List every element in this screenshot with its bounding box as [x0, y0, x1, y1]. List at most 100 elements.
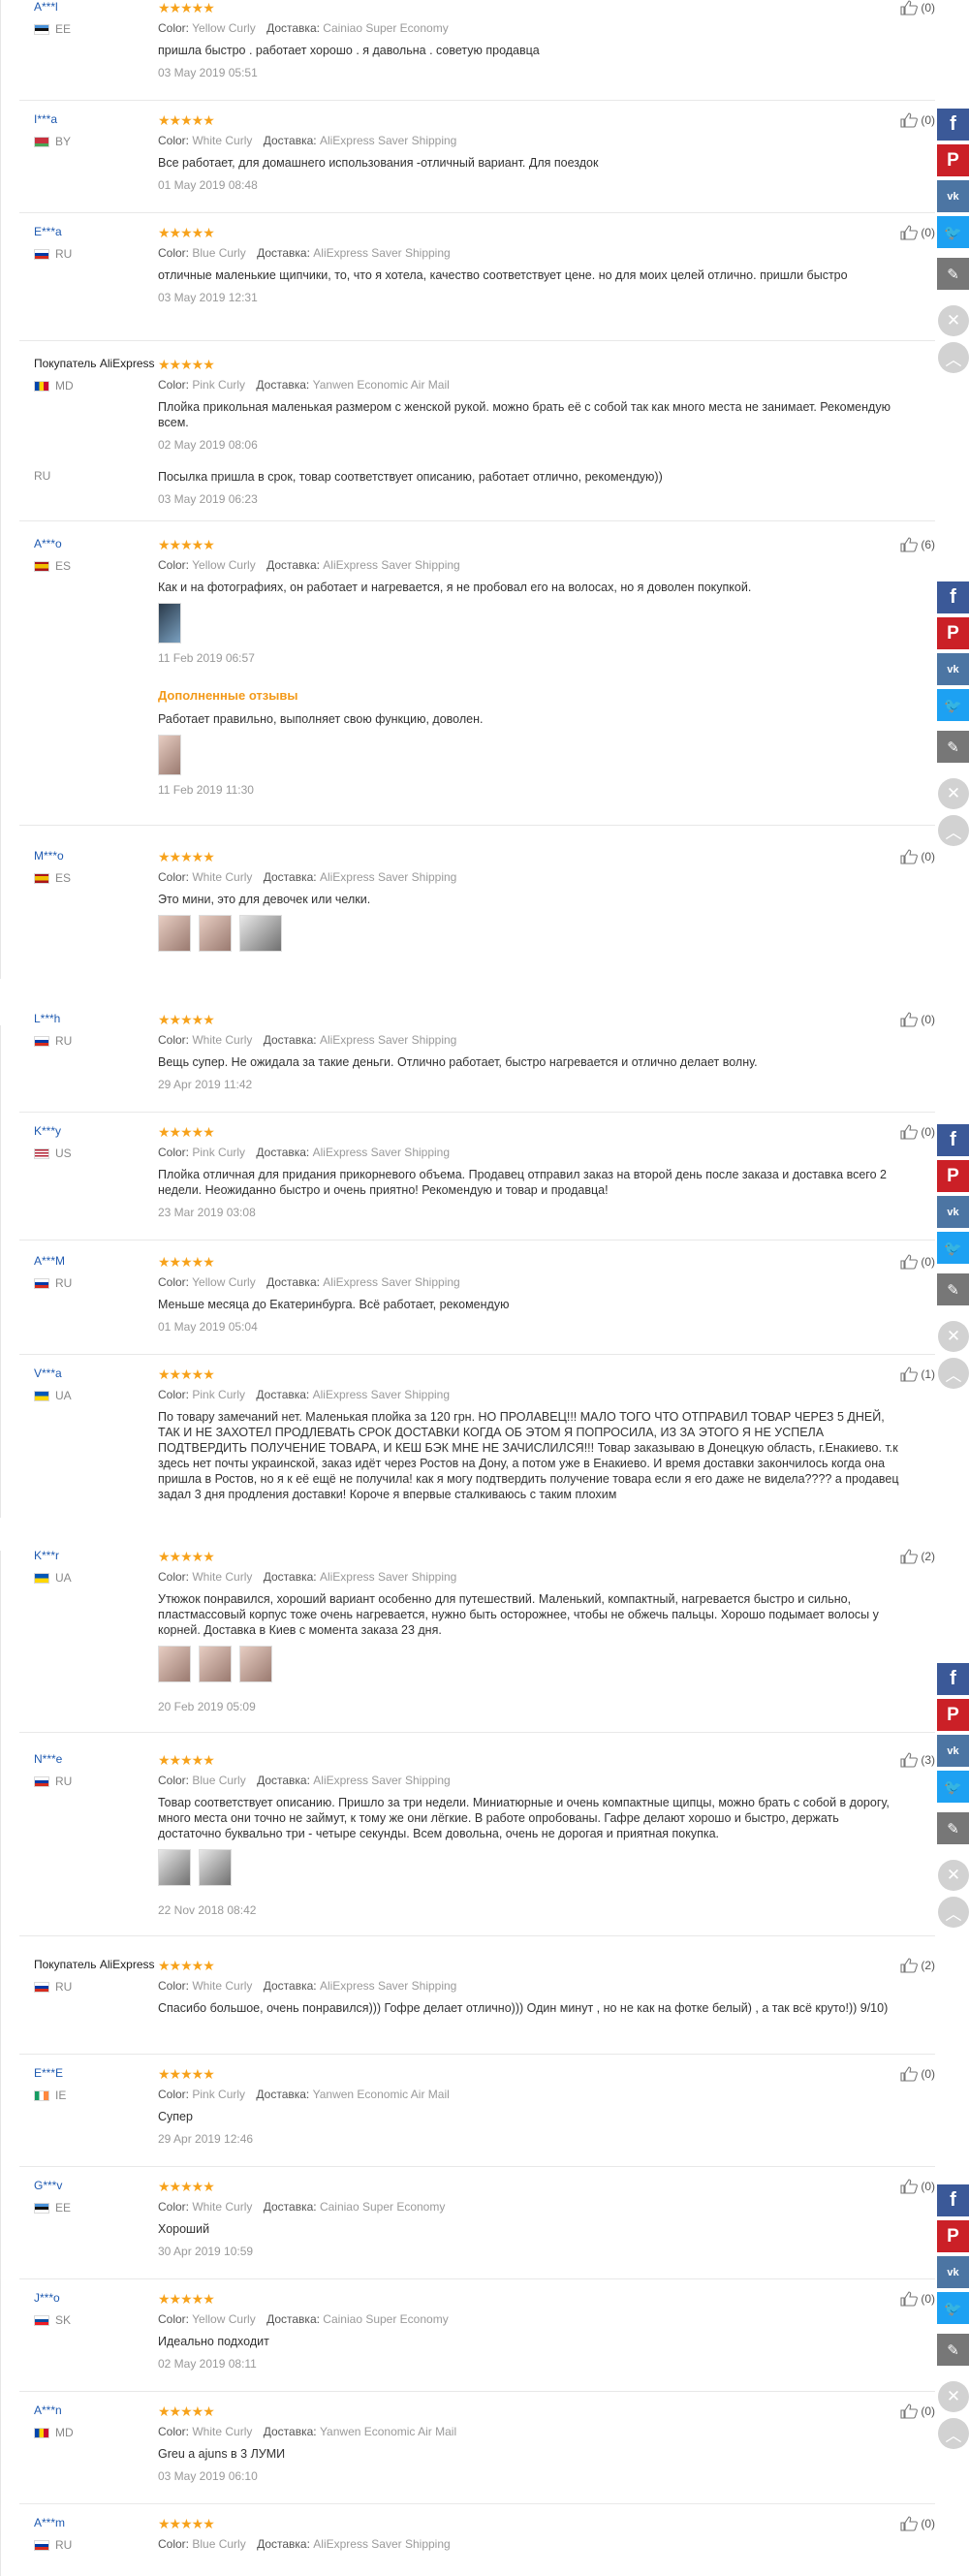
close-icon[interactable]: ✕	[938, 305, 969, 336]
edit-icon[interactable]: ✎	[937, 2334, 969, 2366]
twitter-icon[interactable]: 🐦	[937, 1232, 969, 1264]
reviewer-name[interactable]: Покупатель AliExpress	[34, 1958, 160, 1972]
review-photo[interactable]	[158, 735, 181, 775]
helpful-button[interactable]: (0)	[900, 1012, 935, 1027]
helpful-button[interactable]: (0)	[900, 2066, 935, 2082]
pinterest-icon[interactable]: P	[937, 617, 969, 649]
pinterest-icon[interactable]: P	[937, 2220, 969, 2252]
helpful-button[interactable]: (3)	[900, 1752, 935, 1768]
helpful-button[interactable]: (0)	[900, 1254, 935, 1270]
edit-icon[interactable]: ✎	[937, 1273, 969, 1305]
reviewer-name[interactable]: Покупатель AliExpress	[34, 357, 160, 371]
edit-icon[interactable]: ✎	[937, 1812, 969, 1844]
close-icon[interactable]: ✕	[938, 778, 969, 809]
reviewer-name[interactable]: K***y	[34, 1124, 160, 1139]
facebook-icon[interactable]: f	[937, 1124, 969, 1156]
reviewer-name[interactable]: M***o	[34, 849, 160, 864]
helpful-button[interactable]: (6)	[900, 537, 935, 552]
review-item: N***e RU ★★★★★ Color: Blue Curly Доставк…	[19, 1752, 935, 1936]
star-rating: ★★★★★	[158, 1549, 215, 1564]
reviewer-name[interactable]: L***h	[34, 1012, 160, 1026]
review-photo[interactable]	[239, 915, 282, 952]
star-rating: ★★★★★	[158, 1367, 215, 1382]
facebook-icon[interactable]: f	[937, 2184, 969, 2216]
reviewer-name[interactable]: A***M	[34, 1254, 160, 1269]
helpful-button[interactable]: (2)	[900, 1958, 935, 1973]
reviewer-name[interactable]: I***a	[34, 112, 160, 127]
helpful-button[interactable]: (0)	[900, 1124, 935, 1140]
vk-icon[interactable]: vk	[937, 1735, 969, 1767]
vk-icon[interactable]: vk	[937, 2256, 969, 2288]
pinterest-icon[interactable]: P	[937, 144, 969, 176]
review-item: I***a BY ★★★★★ Color: White Curly Достав…	[19, 112, 935, 213]
review-photo[interactable]	[158, 1849, 191, 1886]
facebook-icon[interactable]: f	[937, 1663, 969, 1695]
review-text: Товар соответствует описанию. Пришло за …	[158, 1796, 890, 1840]
reviewer-name[interactable]: A***n	[34, 2403, 160, 2418]
review-text: пришла быстро . работает хорошо . я даво…	[158, 44, 540, 57]
reviewer-name[interactable]: E***E	[34, 2066, 160, 2081]
helpful-button[interactable]: (1)	[900, 1367, 935, 1382]
helpful-button[interactable]: (0)	[900, 849, 935, 864]
reviewer-name[interactable]: A***m	[34, 2516, 160, 2530]
close-icon[interactable]: ✕	[938, 2381, 969, 2412]
helpful-button[interactable]: (0)	[900, 225, 935, 240]
pinterest-icon[interactable]: P	[937, 1160, 969, 1192]
review-photo[interactable]	[158, 603, 181, 644]
twitter-icon[interactable]: 🐦	[937, 216, 969, 248]
helpful-button[interactable]: (0)	[900, 2291, 935, 2307]
vk-icon[interactable]: vk	[937, 1196, 969, 1228]
helpful-button[interactable]: (0)	[900, 2403, 935, 2419]
review-photo[interactable]	[158, 915, 191, 952]
pinterest-icon[interactable]: P	[937, 1699, 969, 1731]
review-photo[interactable]	[199, 1849, 232, 1886]
twitter-icon[interactable]: 🐦	[937, 2292, 969, 2324]
star-rating: ★★★★★	[158, 2516, 215, 2531]
close-icon[interactable]: ✕	[938, 1321, 969, 1352]
facebook-icon[interactable]: f	[937, 581, 969, 613]
edit-icon[interactable]: ✎	[937, 258, 969, 290]
review-item: M***o ES ★★★★★ Color: White Curly Достав…	[19, 849, 935, 975]
flag-icon	[34, 560, 49, 572]
review-photo[interactable]	[199, 1646, 232, 1682]
reviewer-name[interactable]: A***l	[34, 0, 160, 15]
scroll-up-icon[interactable]: ︿	[938, 342, 969, 373]
review-item: G***v EE ★★★★★ Color: White Curly Достав…	[19, 2179, 935, 2279]
helpful-button[interactable]: (0)	[900, 0, 935, 16]
reviewer-name[interactable]: A***o	[34, 537, 160, 551]
reviewer-name[interactable]: V***a	[34, 1367, 160, 1381]
vk-icon[interactable]: vk	[937, 653, 969, 685]
review-photo[interactable]	[158, 1646, 191, 1682]
review-photo[interactable]	[199, 915, 232, 952]
share-sidebar: f P vk 🐦 ✎ ✕ ︿	[937, 109, 969, 373]
helpful-button[interactable]: (0)	[900, 112, 935, 128]
helpful-button[interactable]: (0)	[900, 2179, 935, 2194]
twitter-icon[interactable]: 🐦	[937, 1771, 969, 1803]
reviewer-name[interactable]: K***r	[34, 1549, 160, 1563]
scroll-up-icon[interactable]: ︿	[938, 815, 969, 846]
facebook-icon[interactable]: f	[937, 109, 969, 141]
vk-icon[interactable]: vk	[937, 180, 969, 212]
reviewer-name[interactable]: E***a	[34, 225, 160, 239]
scroll-up-icon[interactable]: ︿	[938, 2418, 969, 2449]
reviewer-country: EE	[34, 2201, 160, 2215]
helpful-button[interactable]: (2)	[900, 1549, 935, 1564]
star-rating: ★★★★★	[158, 1958, 215, 1973]
reviewer-name[interactable]: N***e	[34, 1752, 160, 1767]
review-date: 29 Apr 2019 11:42	[158, 1078, 253, 1091]
review-meta: Color: Pink Curly Доставка: Yanwen Econo…	[158, 2088, 450, 2101]
helpful-button[interactable]: (0)	[900, 2516, 935, 2531]
reviewer-country: RU	[34, 1034, 160, 1048]
close-icon[interactable]: ✕	[938, 1860, 969, 1891]
review-photo[interactable]	[239, 1646, 272, 1682]
twitter-icon[interactable]: 🐦	[937, 689, 969, 721]
edit-icon[interactable]: ✎	[937, 731, 969, 763]
review-meta: Color: White Curly Доставка: AliExpress …	[158, 134, 457, 147]
reviewer-name[interactable]: G***v	[34, 2179, 160, 2193]
thumbs-up-icon	[900, 1012, 919, 1027]
scroll-up-icon[interactable]: ︿	[938, 1897, 969, 1928]
review-item: J***o SK ★★★★★ Color: Yellow Curly Доста…	[19, 2291, 935, 2392]
reviewer-name[interactable]: J***o	[34, 2291, 160, 2306]
flag-icon	[34, 136, 49, 147]
scroll-up-icon[interactable]: ︿	[938, 1358, 969, 1389]
